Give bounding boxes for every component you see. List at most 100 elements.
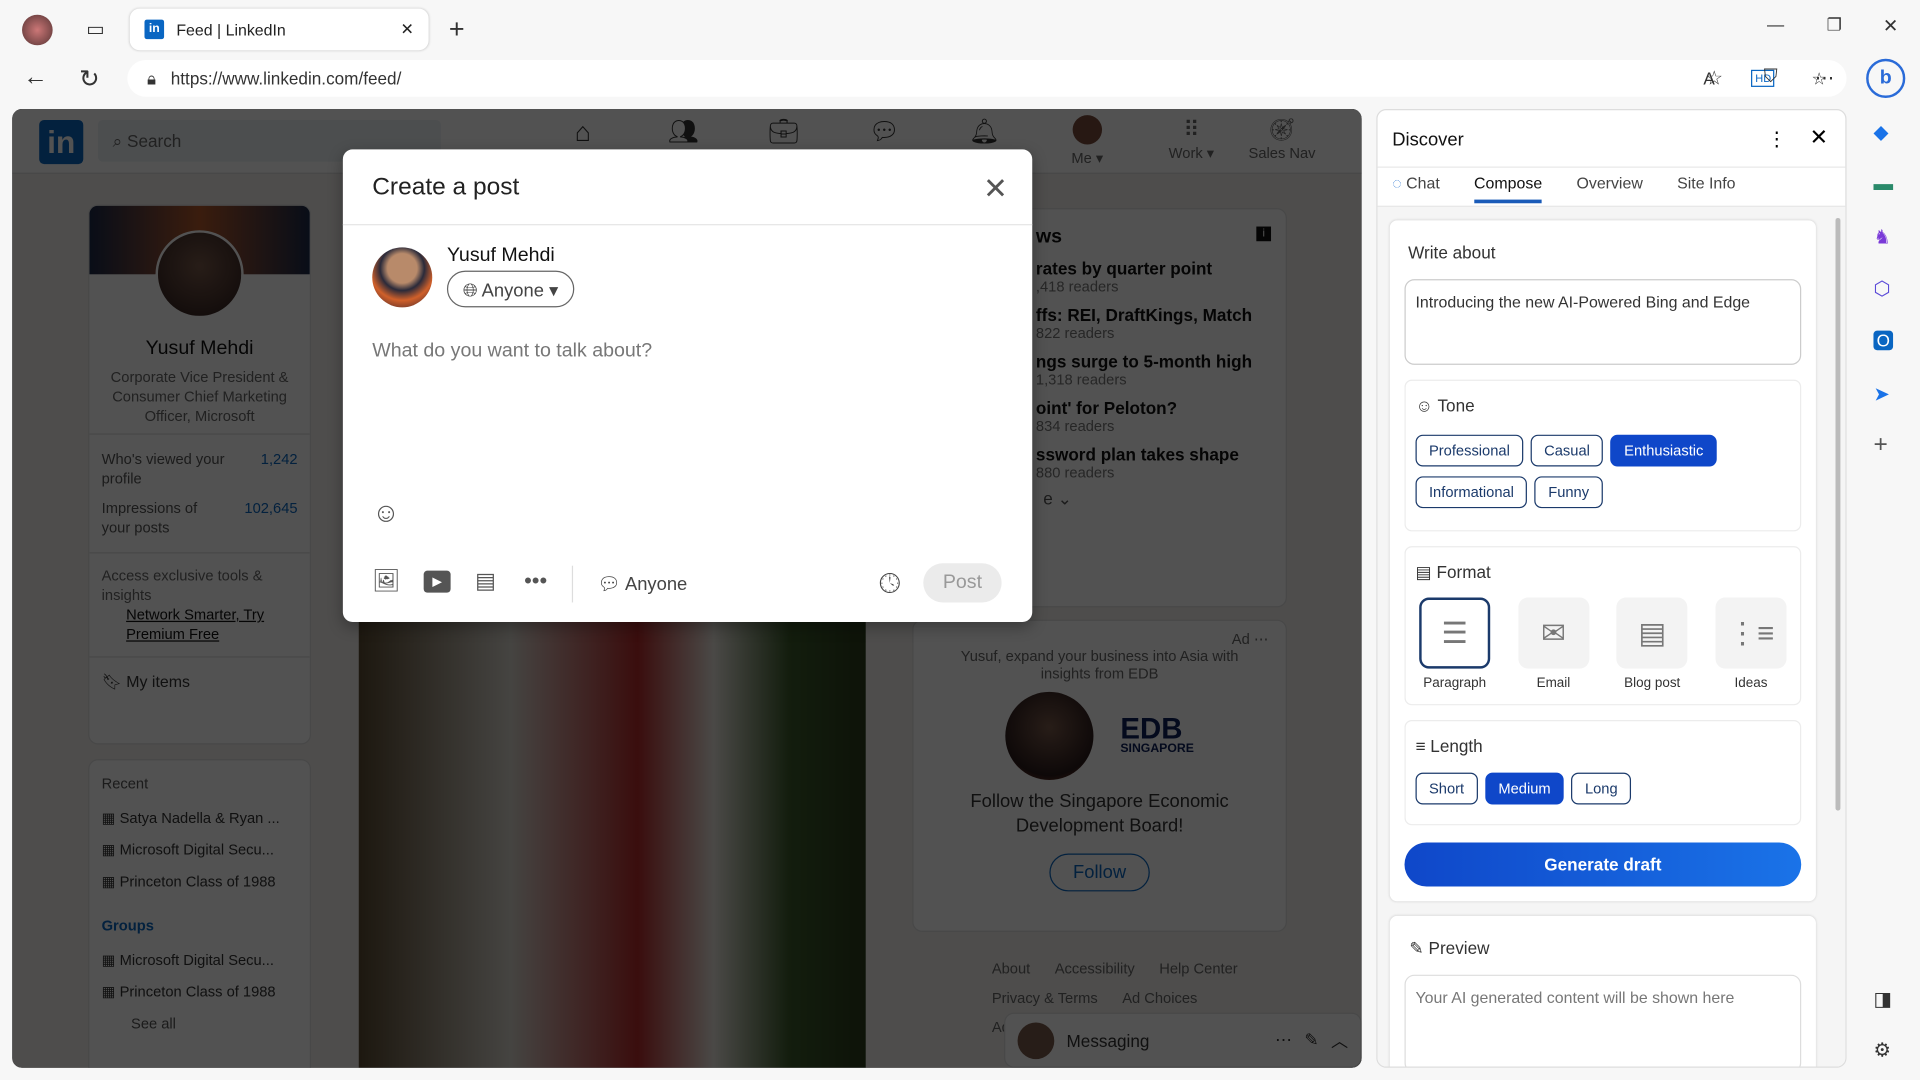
messaging-bar[interactable]: Messaging ⋯ ✎ ︿ xyxy=(1004,1012,1362,1068)
see-all-link[interactable]: See all xyxy=(102,1015,298,1032)
linkedin-logo[interactable]: in xyxy=(39,120,84,165)
emoji-icon[interactable]: ☺ xyxy=(372,497,400,529)
office-icon[interactable]: ⬡ xyxy=(1873,277,1890,301)
audience-dropdown[interactable]: 🌐︎ Anyone ▾ xyxy=(446,270,575,308)
footer-link[interactable]: Accessibility xyxy=(1055,960,1135,977)
profile-avatar[interactable] xyxy=(22,14,53,46)
schedule-icon[interactable]: 🕓︎ xyxy=(879,568,900,600)
favorites-icon[interactable]: ☆ xyxy=(1702,66,1726,90)
format-option-blog-post[interactable]: ▤ Blog post xyxy=(1613,597,1691,691)
write-about-input[interactable]: Introducing the new AI-Powered Bing and … xyxy=(1404,279,1802,365)
close-icon[interactable]: ✕ xyxy=(983,171,1008,207)
add-icon[interactable]: + xyxy=(1873,431,1887,459)
shield-icon[interactable]: ⛉ xyxy=(1758,66,1782,87)
video-icon[interactable]: ▶ xyxy=(423,570,451,593)
recent-item[interactable]: ▦ Satya Nadella & Ryan ... xyxy=(102,809,298,826)
back-icon[interactable]: ← xyxy=(22,64,49,92)
format-label: Paragraph xyxy=(1423,675,1487,691)
work-label: Work xyxy=(1168,144,1203,162)
outlook-icon[interactable]: O xyxy=(1873,330,1894,351)
footer-link[interactable]: Privacy & Terms xyxy=(992,989,1098,1006)
tone-chip-casual[interactable]: Casual xyxy=(1530,434,1604,467)
tone-chip-funny[interactable]: Funny xyxy=(1534,476,1603,509)
tab-actions-icon[interactable]: ▭ xyxy=(83,17,107,41)
more-icon[interactable]: ⋯ xyxy=(1812,66,1836,90)
settings-icon[interactable]: ⚙ xyxy=(1873,1038,1891,1062)
photo-icon[interactable]: 🖼︎ xyxy=(372,568,400,594)
news-item[interactable]: ffs: REI, DraftKings, Match 822 readers xyxy=(1036,305,1266,342)
generate-draft-button[interactable]: Generate draft xyxy=(1404,842,1802,887)
send-icon[interactable]: ➤ xyxy=(1873,382,1889,406)
network-icon[interactable]: 👥︎ xyxy=(666,116,700,147)
recent-item[interactable]: ▦ Princeton Class of 1988 xyxy=(102,873,298,890)
close-window-button[interactable]: ✕ xyxy=(1878,15,1902,37)
refresh-icon[interactable]: ↻ xyxy=(76,64,103,95)
length-chip-medium[interactable]: Medium xyxy=(1484,772,1565,805)
tone-chip-informational[interactable]: Informational xyxy=(1415,476,1528,509)
chevron-up-icon[interactable]: ︿ xyxy=(1331,1028,1348,1052)
info-icon[interactable]: i xyxy=(1256,226,1272,242)
news-item[interactable]: ssword plan takes shape 880 readers xyxy=(1036,444,1266,481)
maximize-button[interactable]: ❐ xyxy=(1822,15,1846,36)
news-item[interactable]: rates by quarter point ,418 readers xyxy=(1036,258,1266,295)
more-options-icon[interactable]: ••• xyxy=(524,568,547,594)
address-bar[interactable]: 🔒︎ https://www.linkedin.com/feed/ A HD ☆ xyxy=(127,60,1847,97)
ad-more-icon[interactable]: ⋯ xyxy=(1254,631,1269,648)
stat-profile-views[interactable]: Who's viewed your profile 1,242 xyxy=(102,449,298,488)
me-menu[interactable]: Me ▾ xyxy=(1063,115,1112,167)
length-chip-short[interactable]: Short xyxy=(1415,772,1478,805)
tab-chat[interactable]: ◌ Chat xyxy=(1392,174,1440,203)
tone-chip-enthusiastic[interactable]: Enthusiastic xyxy=(1610,434,1717,467)
post-button[interactable]: Post xyxy=(923,563,1002,603)
my-items-link[interactable]: 🔖︎ My items xyxy=(89,656,310,706)
footer-link[interactable]: About xyxy=(992,960,1030,977)
recent-item[interactable]: ▦ Microsoft Digital Secu... xyxy=(102,841,298,858)
panel-close-icon[interactable]: ✕ xyxy=(1810,125,1828,151)
stat-impressions[interactable]: Impressions of your posts 102,645 xyxy=(102,498,298,537)
format-option-ideas[interactable]: ⋮≡ Ideas xyxy=(1712,597,1790,691)
footer-link[interactable]: Ad Choices xyxy=(1122,989,1197,1006)
follow-button[interactable]: Follow xyxy=(1049,853,1150,892)
tab-compose[interactable]: Compose xyxy=(1474,174,1543,204)
minimize-button[interactable]: — xyxy=(1763,15,1787,35)
games-icon[interactable]: ♞ xyxy=(1873,225,1891,249)
work-menu[interactable]: ⠿ Work ▾ xyxy=(1161,115,1222,162)
tab-site-info[interactable]: Site Info xyxy=(1677,174,1735,203)
messaging-icon[interactable]: 💬︎ xyxy=(867,116,901,147)
comment-audience-button[interactable]: 💬︎ Anyone xyxy=(598,573,688,595)
bing-icon[interactable]: b xyxy=(1866,58,1906,98)
profile-name[interactable]: Yusuf Mehdi xyxy=(89,338,309,360)
premium-link[interactable]: Network Smarter, Try Premium Free xyxy=(102,605,298,644)
browser-tab[interactable]: in Feed | LinkedIn ✕ xyxy=(129,8,429,51)
document-icon[interactable]: ▤ xyxy=(475,568,496,594)
length-chip-long[interactable]: Long xyxy=(1571,772,1632,805)
tone-chip-professional[interactable]: Professional xyxy=(1415,434,1524,467)
news-item[interactable]: oint' for Peloton? 834 readers xyxy=(1036,398,1266,435)
format-option-paragraph[interactable]: ☰ Paragraph xyxy=(1416,597,1494,691)
more-icon[interactable]: ⋯ xyxy=(1275,1030,1292,1051)
tab-overview[interactable]: Overview xyxy=(1576,174,1642,203)
compose-icon[interactable]: ✎ xyxy=(1304,1030,1318,1051)
panel-more-icon[interactable]: ⋮ xyxy=(1767,127,1787,151)
news-item[interactable]: ngs surge to 5-month high 1,318 readers xyxy=(1036,351,1266,388)
group-item[interactable]: ▦ Microsoft Digital Secu... xyxy=(102,951,298,968)
panel-scrollbar[interactable] xyxy=(1835,217,1841,811)
post-text-input[interactable]: What do you want to talk about? xyxy=(372,340,1003,475)
group-item[interactable]: ▦ Princeton Class of 1988 xyxy=(102,983,298,1000)
footer-link[interactable]: Help Center xyxy=(1159,960,1237,977)
sales-nav-link[interactable]: 🧭︎ Sales Nav xyxy=(1244,115,1320,162)
sidebar-toggle-icon[interactable]: ◨ xyxy=(1873,987,1892,1011)
tools-icon[interactable]: ▬ xyxy=(1873,174,1893,196)
jobs-icon[interactable]: 💼︎ xyxy=(767,116,801,147)
audience-label: Anyone xyxy=(481,280,544,302)
groups-title[interactable]: Groups xyxy=(102,917,298,934)
url-text[interactable]: https://www.linkedin.com/feed/ xyxy=(171,69,1689,89)
profile-photo[interactable] xyxy=(155,230,244,319)
shopping-icon[interactable]: ◆ xyxy=(1873,120,1888,144)
post-image[interactable] xyxy=(358,598,866,1068)
home-icon[interactable]: ⌂ xyxy=(566,116,600,148)
close-tab-icon[interactable]: ✕ xyxy=(401,20,414,40)
format-option-email[interactable]: ✉ Email xyxy=(1514,597,1592,691)
notifications-icon[interactable]: 🔔︎ xyxy=(967,116,1001,147)
new-tab-button[interactable]: + xyxy=(443,13,470,44)
